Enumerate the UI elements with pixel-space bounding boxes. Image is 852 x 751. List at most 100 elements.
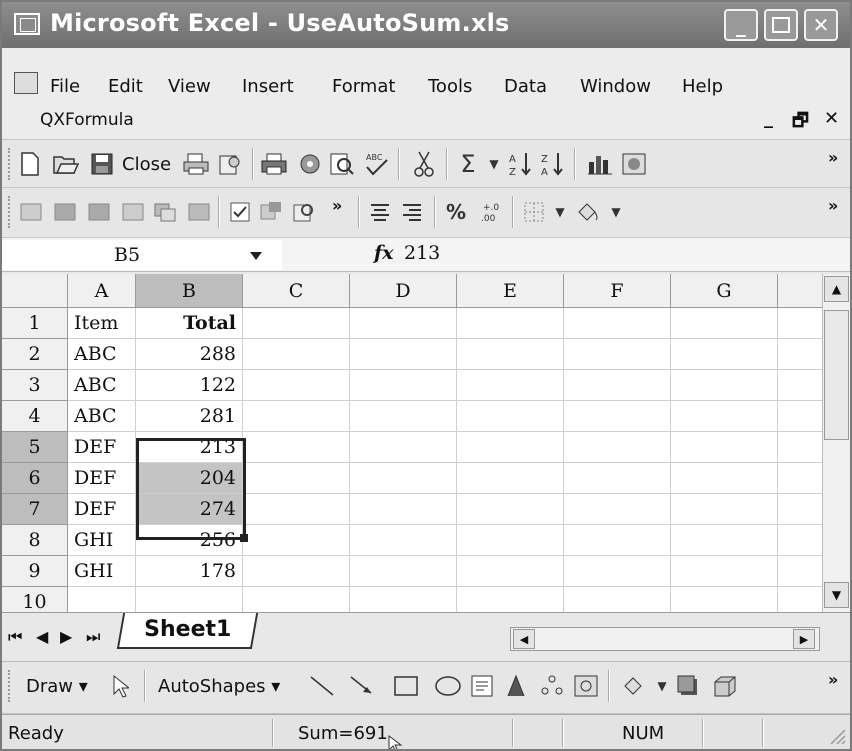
3d-style-icon[interactable] (710, 672, 738, 700)
cell-a8[interactable]: GHI (68, 525, 136, 556)
cell-c5[interactable] (243, 432, 350, 463)
clip-art-icon[interactable] (572, 672, 600, 700)
cell-f7[interactable] (564, 494, 671, 525)
cell-e6[interactable] (457, 463, 564, 494)
track-changes-icon[interactable] (226, 198, 254, 226)
sheet-tab-sheet1[interactable]: Sheet1 (116, 613, 259, 649)
maximize-button[interactable] (764, 9, 798, 41)
permission-icon[interactable] (216, 150, 244, 178)
workbook-restore-button[interactable]: 🗗 (792, 108, 809, 138)
cell-f9[interactable] (564, 556, 671, 587)
borders-icon[interactable] (520, 198, 548, 226)
cell-d5[interactable] (350, 432, 457, 463)
cell-f8[interactable] (564, 525, 671, 556)
cell-f1[interactable] (564, 308, 671, 339)
autosum-dropdown-icon[interactable]: ▼ (480, 150, 508, 178)
cell-c8[interactable] (243, 525, 350, 556)
first-sheet-icon[interactable]: ⏮ (8, 627, 22, 647)
highlight-changes-icon[interactable] (258, 198, 286, 226)
new-icon[interactable] (16, 150, 44, 178)
cell-e7[interactable] (457, 494, 564, 525)
row-header[interactable]: 1 (2, 308, 68, 339)
cell-b4[interactable]: 281 (136, 401, 243, 432)
standard-toolbar-overflow[interactable]: » (828, 148, 838, 167)
show-comment-icon[interactable] (120, 198, 148, 226)
cell-d9[interactable] (350, 556, 457, 587)
previous-sheet-icon[interactable]: ◀ (36, 627, 48, 646)
cell-h7[interactable] (778, 494, 822, 525)
cell-h5[interactable] (778, 432, 822, 463)
resize-grip-icon[interactable] (828, 727, 846, 749)
cell-e1[interactable] (457, 308, 564, 339)
cell-c2[interactable] (243, 339, 350, 370)
cell-a2[interactable]: ABC (68, 339, 136, 370)
worksheet-grid[interactable]: A B C D E F G 1 Item Total 2 ABC 288 3 ABC 122 4 A… (2, 274, 822, 612)
drawing-icon[interactable] (620, 150, 648, 178)
cell-a10[interactable] (68, 587, 136, 612)
row-header[interactable]: 10 (2, 587, 68, 612)
print-preview-magnifier-icon[interactable] (328, 150, 356, 178)
cell-a7[interactable]: DEF (68, 494, 136, 525)
scroll-down-icon[interactable]: ▼ (824, 582, 849, 608)
formula-input[interactable]: 213 (404, 242, 440, 264)
toolbar-grip[interactable] (8, 148, 12, 180)
previous-comment-icon[interactable] (52, 198, 80, 226)
select-objects-icon[interactable] (106, 672, 134, 700)
cell-f5[interactable] (564, 432, 671, 463)
cell-e4[interactable] (457, 401, 564, 432)
cell-e9[interactable] (457, 556, 564, 587)
cell-g9[interactable] (671, 556, 778, 587)
scroll-left-icon[interactable]: ◀ (513, 629, 535, 649)
cell-b3[interactable]: 122 (136, 370, 243, 401)
cell-d2[interactable] (350, 339, 457, 370)
shadow-style-icon[interactable] (674, 672, 702, 700)
cell-c4[interactable] (243, 401, 350, 432)
menu-insert[interactable]: Insert (242, 76, 294, 97)
row-header[interactable]: 7 (2, 494, 68, 525)
insert-function-button[interactable]: fx (374, 242, 394, 264)
cell-f3[interactable] (564, 370, 671, 401)
next-comment-icon[interactable] (86, 198, 114, 226)
oval-icon[interactable] (434, 672, 462, 700)
sort-descending-icon[interactable]: ZA (538, 150, 566, 178)
fill-color-icon[interactable] (574, 198, 602, 226)
close-workbook-button[interactable]: Close (122, 154, 171, 175)
delete-comment-icon[interactable] (186, 198, 214, 226)
research-icon[interactable] (296, 150, 324, 178)
horizontal-scrollbar[interactable]: ◀ ▶ (510, 627, 820, 651)
cell-g2[interactable] (671, 339, 778, 370)
chart-wizard-icon[interactable] (586, 150, 614, 178)
new-comment-icon[interactable] (18, 198, 46, 226)
cell-e5[interactable] (457, 432, 564, 463)
drawing-toolbar-overflow[interactable]: » (828, 670, 838, 689)
cell-g5[interactable] (671, 432, 778, 463)
menu-edit[interactable]: Edit (108, 76, 143, 97)
cell-g1[interactable] (671, 308, 778, 339)
workbook-close-button[interactable]: ✕ (824, 108, 839, 129)
cell-g8[interactable] (671, 525, 778, 556)
reviewing-overflow[interactable]: » (332, 196, 342, 215)
spelling-icon[interactable]: ABC (362, 150, 390, 178)
cell-g4[interactable] (671, 401, 778, 432)
cell-c1[interactable] (243, 308, 350, 339)
workbook-minimize-button[interactable]: _ (764, 108, 773, 129)
cell-e10[interactable] (457, 587, 564, 612)
cell-f2[interactable] (564, 339, 671, 370)
next-sheet-icon[interactable]: ▶ (60, 627, 72, 646)
cell-g7[interactable] (671, 494, 778, 525)
menu-qxformula[interactable]: QXFormula (40, 110, 134, 130)
print-icon[interactable] (260, 150, 288, 178)
row-header[interactable]: 3 (2, 370, 68, 401)
cell-h3[interactable] (778, 370, 822, 401)
menu-file[interactable]: File (50, 76, 80, 97)
vertical-scroll-thumb[interactable] (824, 310, 849, 440)
cell-d10[interactable] (350, 587, 457, 612)
cell-b2[interactable]: 288 (136, 339, 243, 370)
row-header[interactable]: 2 (2, 339, 68, 370)
cell-d6[interactable] (350, 463, 457, 494)
cell-a9[interactable]: GHI (68, 556, 136, 587)
cell-c9[interactable] (243, 556, 350, 587)
column-header-a[interactable]: A (68, 274, 136, 308)
diagram-icon[interactable] (538, 672, 566, 700)
align-right-icon[interactable] (398, 198, 426, 226)
